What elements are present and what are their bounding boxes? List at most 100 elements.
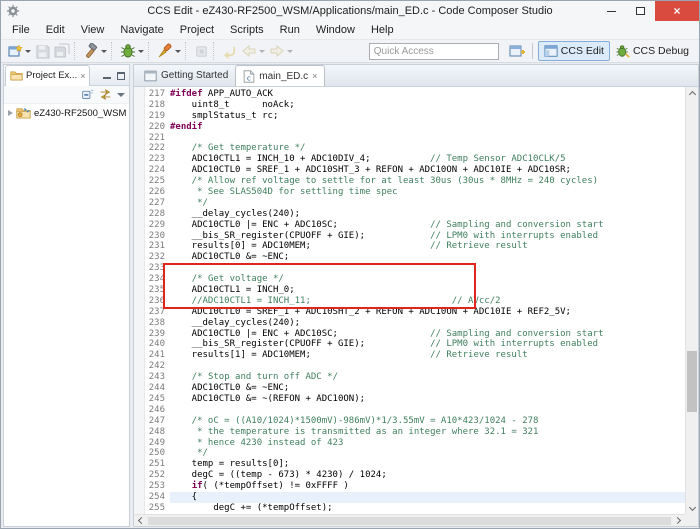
code-line-238[interactable]: __delay_cycles(240); bbox=[170, 318, 685, 329]
tree-item-project[interactable]: eZ430-RF2500_WSM bbox=[4, 104, 129, 119]
build-button[interactable] bbox=[81, 42, 109, 60]
quick-access-input[interactable] bbox=[368, 42, 499, 60]
menu-project[interactable]: Project bbox=[172, 23, 222, 37]
code-line-239[interactable]: ADC10CTL0 |= ENC + ADC10SC; // Sampling … bbox=[170, 329, 685, 340]
tab-label: main_ED.c bbox=[259, 70, 309, 82]
target-config-button[interactable] bbox=[192, 43, 211, 60]
line-number: 247 bbox=[148, 415, 165, 426]
code-line-218[interactable]: uint8_t noAck; bbox=[170, 100, 685, 111]
code-line-246[interactable] bbox=[170, 405, 685, 416]
code-line-228[interactable]: __delay_cycles(240); bbox=[170, 209, 685, 220]
minimize-view-icon[interactable] bbox=[103, 70, 111, 80]
expander-icon[interactable] bbox=[8, 110, 13, 116]
code-line-243[interactable]: /* Stop and turn off ADC */ bbox=[170, 372, 685, 383]
code-line-229[interactable]: ADC10CTL0 |= ENC + ADC10SC; // Sampling … bbox=[170, 220, 685, 231]
code-line-222[interactable]: /* Get temperature */ bbox=[170, 143, 685, 154]
view-menu-icon[interactable] bbox=[117, 92, 125, 97]
line-number: 236 bbox=[148, 295, 165, 306]
code-line-250[interactable]: */ bbox=[170, 448, 685, 459]
line-number: 234 bbox=[148, 274, 165, 285]
back-arrow-icon bbox=[242, 44, 256, 58]
horizontal-scrollbar[interactable] bbox=[134, 514, 685, 526]
line-number: 227 bbox=[148, 197, 165, 208]
annotation-ruler[interactable] bbox=[134, 87, 145, 514]
code-line-224[interactable]: ADC10CTL0 = SREF_1 + ADC10SHT_3 + REFON … bbox=[170, 165, 685, 176]
close-icon[interactable]: × bbox=[80, 71, 85, 81]
minimize-button[interactable] bbox=[597, 1, 626, 21]
code-line-220[interactable]: #endif bbox=[170, 122, 685, 133]
menu-navigate[interactable]: Navigate bbox=[112, 23, 171, 37]
toolbar-separator bbox=[531, 43, 533, 59]
code-line-240[interactable]: __bis_SR_register(CPUOFF + GIE); // LPM0… bbox=[170, 339, 685, 350]
code-line-226[interactable]: * See SLAS504D for settling time spec bbox=[170, 187, 685, 198]
close-icon[interactable]: × bbox=[312, 71, 317, 81]
collapse-all-icon[interactable] bbox=[81, 88, 94, 101]
code-line-223[interactable]: ADC10CTL1 = INCH_10 + ADC10DIV_4; // Tem… bbox=[170, 154, 685, 165]
code-line-251[interactable]: temp = results[0]; bbox=[170, 459, 685, 470]
link-with-editor-icon[interactable] bbox=[99, 88, 112, 101]
code-line-247[interactable]: /* oC = ((A10/1024)*1500mV)-986mV)*1/3.5… bbox=[170, 416, 685, 427]
horizontal-scroll-thumb[interactable] bbox=[148, 517, 671, 525]
open-perspective-icon bbox=[509, 45, 525, 57]
menu-edit[interactable]: Edit bbox=[38, 23, 73, 37]
line-number: 244 bbox=[148, 383, 165, 394]
save-all-button[interactable] bbox=[52, 42, 72, 60]
back-button[interactable] bbox=[239, 43, 267, 59]
open-perspective-button[interactable] bbox=[507, 42, 527, 60]
save-button[interactable] bbox=[33, 43, 52, 60]
close-button[interactable]: × bbox=[655, 1, 699, 21]
folder-icon bbox=[10, 71, 23, 81]
code-line-231[interactable]: results[0] = ADC10MEM; // Retrieve resul… bbox=[170, 241, 685, 252]
scroll-left-icon[interactable] bbox=[134, 515, 147, 526]
tab-main-ed-c[interactable]: c main_ED.c × bbox=[235, 65, 326, 86]
code-line-232[interactable]: ADC10CTL0 &= ~ENC; bbox=[170, 252, 685, 263]
menu-file[interactable]: File bbox=[4, 23, 38, 37]
menu-window[interactable]: Window bbox=[308, 23, 363, 37]
code-line-241[interactable]: results[1] = ADC10MEM; // Retrieve resul… bbox=[170, 350, 685, 361]
vertical-scroll-thumb[interactable] bbox=[687, 351, 697, 412]
code-line-254[interactable]: { bbox=[170, 491, 685, 503]
maximize-button[interactable] bbox=[626, 1, 655, 21]
code-line-230[interactable]: __bis_SR_register(CPUOFF + GIE); // LPM0… bbox=[170, 231, 685, 242]
line-number: 238 bbox=[148, 317, 165, 328]
code-line-248[interactable]: * the temperature is transmitted as an i… bbox=[170, 427, 685, 438]
vertical-scrollbar[interactable] bbox=[685, 87, 698, 514]
code-line-221[interactable] bbox=[170, 133, 685, 144]
code-line-244[interactable]: ADC10CTL0 &= ~ENC; bbox=[170, 383, 685, 394]
code-line-245[interactable]: ADC10CTL0 &= ~(REFON + ADC10ON); bbox=[170, 394, 685, 405]
tab-project-explorer[interactable]: Project Ex... × bbox=[5, 64, 91, 86]
line-number: 246 bbox=[148, 404, 165, 415]
menu-run[interactable]: Run bbox=[272, 23, 308, 37]
menu-help[interactable]: Help bbox=[363, 23, 402, 37]
debug-button[interactable] bbox=[118, 42, 146, 60]
code-line-219[interactable]: smplStatus_t rc; bbox=[170, 111, 685, 122]
perspective-label: CCS Edit bbox=[560, 45, 604, 57]
flash-button[interactable] bbox=[155, 42, 183, 60]
line-number: 251 bbox=[148, 459, 165, 470]
tab-getting-started[interactable]: Getting Started bbox=[137, 65, 235, 86]
code-line-253[interactable]: if( (*tempOffset) != 0xFFFF ) bbox=[170, 481, 685, 492]
menu-scripts[interactable]: Scripts bbox=[222, 23, 272, 37]
perspective-ccs-debug[interactable]: CCS Debug bbox=[610, 41, 695, 61]
scroll-right-icon[interactable] bbox=[672, 515, 685, 526]
code-line-217[interactable]: #ifdef APP_AUTO_ACK bbox=[170, 89, 685, 100]
menu-view[interactable]: View bbox=[73, 23, 113, 37]
code-line-225[interactable]: /* Allow ref voltage to settle for at le… bbox=[170, 176, 685, 187]
code-line-255[interactable]: degC += (*tempOffset); bbox=[170, 503, 685, 514]
chevron-down-icon bbox=[287, 49, 293, 53]
new-wizard-button[interactable] bbox=[5, 42, 33, 60]
code-line-242[interactable] bbox=[170, 361, 685, 372]
code-line-227[interactable]: */ bbox=[170, 198, 685, 209]
window-title: CCS Edit - eZ430-RF2500_WSM/Applications… bbox=[147, 5, 553, 17]
code-line-252[interactable]: degC = ((temp - 673) * 4230) / 1024; bbox=[170, 470, 685, 481]
forward-button[interactable] bbox=[267, 43, 295, 59]
perspective-ccs-edit[interactable]: CCS Edit bbox=[537, 41, 610, 61]
line-number: 232 bbox=[148, 252, 165, 263]
scroll-up-icon[interactable] bbox=[686, 87, 699, 99]
scroll-down-icon[interactable] bbox=[686, 502, 699, 514]
toolbar-separator bbox=[185, 42, 189, 60]
code-line-249[interactable]: * hence 4230 instead of 423 bbox=[170, 438, 685, 449]
last-edit-location-button[interactable] bbox=[220, 43, 239, 60]
tab-label: Project Ex... bbox=[26, 70, 78, 81]
maximize-view-icon[interactable] bbox=[117, 70, 125, 80]
